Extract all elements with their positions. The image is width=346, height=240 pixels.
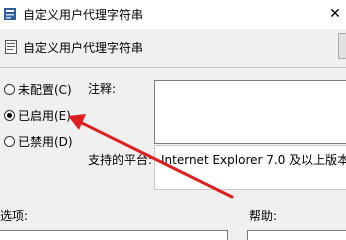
supported-platforms-label: 支持的平台: [88,153,153,167]
supported-platforms-value: Internet Explorer 7.0 及以上版本 [161,153,346,167]
window-title: 自定义用户代理字符串 [23,8,144,22]
previous-setting-button[interactable] [338,33,346,59]
radio-circle[interactable] [4,84,15,95]
policy-document-icon [5,40,17,54]
options-panel[interactable] [0,230,228,240]
help-label: 帮助: [249,209,278,223]
radio-circle[interactable] [4,110,15,121]
comment-label: 注释: [88,82,117,96]
policy-header: 自定义用户代理字符串 [0,33,346,59]
radio-circle[interactable] [4,136,15,147]
policy-app-icon [4,8,16,20]
supported-platforms-box: Internet Explorer 7.0 及以上版本 [154,145,346,190]
radio-disabled[interactable]: 已禁用(D) [4,133,73,151]
options-label: 选项: [0,209,29,223]
policy-title: 自定义用户代理字符串 [23,41,144,55]
close-icon: ✕ [329,6,341,22]
divider [0,67,346,68]
radio-enabled[interactable]: 已启用(E) [4,107,71,125]
title-bar: 自定义用户代理字符串 ✕ [0,0,346,29]
radio-label-disabled: 已禁用(D) [18,135,73,149]
help-panel[interactable] [247,230,346,240]
close-button[interactable]: ✕ [324,0,346,29]
radio-label-not-configured: 未配置(C) [18,83,72,97]
radio-not-configured[interactable]: 未配置(C) [4,81,72,99]
radio-label-enabled: 已启用(E) [18,109,71,123]
comment-textbox[interactable] [154,80,346,144]
